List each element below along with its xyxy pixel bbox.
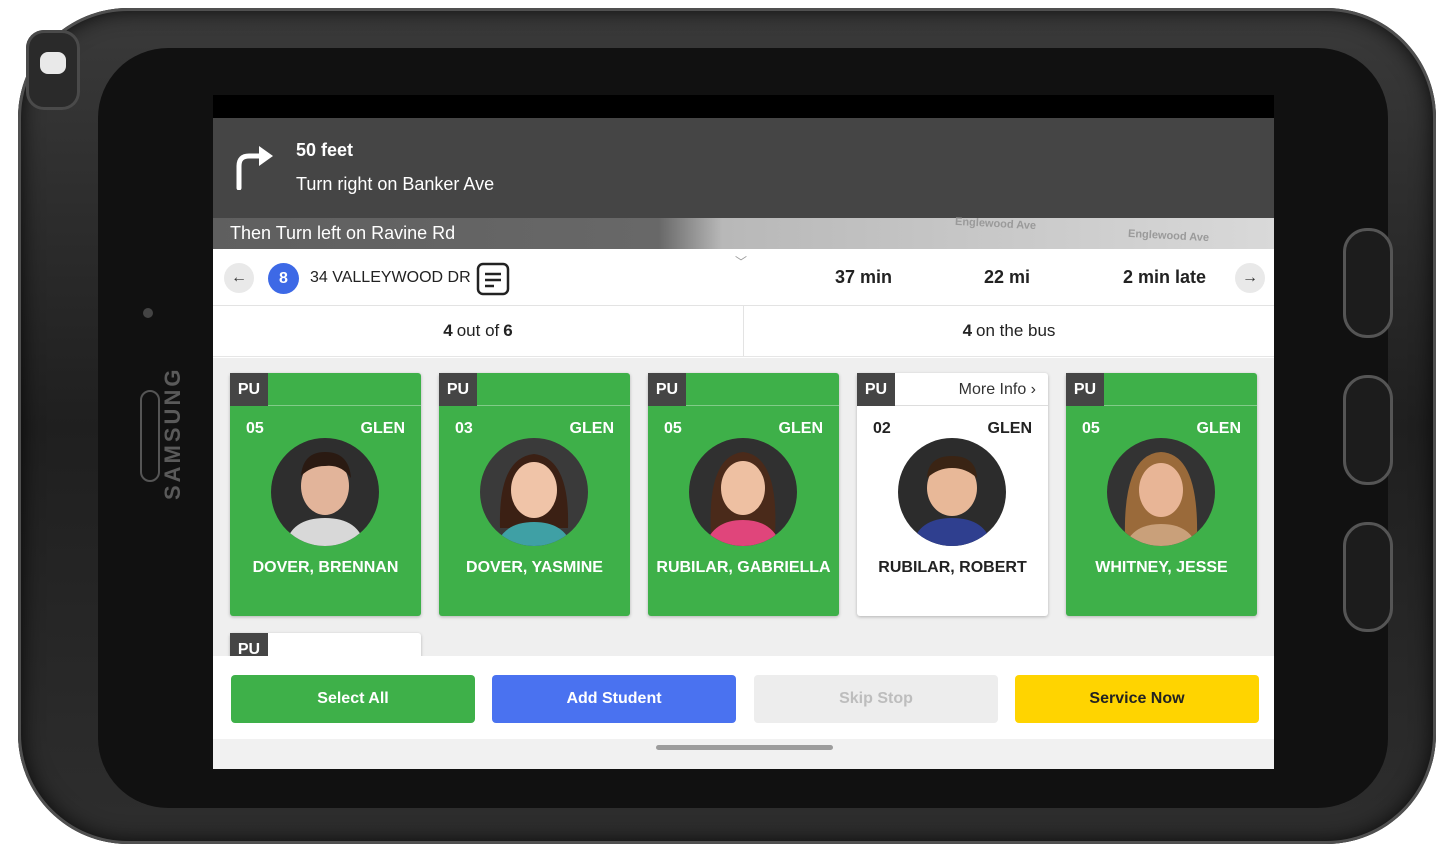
app-screen: 50 feet Turn right on Banker Ave Then Tu… bbox=[213, 95, 1274, 769]
student-card-grid: PU 05 GLEN DOVER, BRENNAN PU 03 GLEN DOV… bbox=[213, 358, 1274, 656]
select-all-button[interactable]: Select All bbox=[231, 675, 475, 723]
on-bus-label: on the bus bbox=[976, 321, 1056, 340]
turn-distance: 50 feet bbox=[296, 140, 354, 160]
student-school: GLEN bbox=[360, 420, 405, 437]
notes-icon[interactable] bbox=[476, 262, 510, 296]
distance-value: 22 mi bbox=[984, 267, 1031, 287]
pickup-badge: PU bbox=[648, 373, 686, 406]
student-photo bbox=[898, 438, 1006, 546]
student-name: RUBILAR, GABRIELLA bbox=[656, 559, 831, 576]
pickup-badge: PU bbox=[230, 373, 268, 406]
student-name: RUBILAR, ROBERT bbox=[878, 559, 1027, 576]
previous-stop-button[interactable]: ← bbox=[224, 263, 254, 293]
device-brand: SAMSUNG bbox=[160, 366, 185, 500]
stop-info-bar: ← 8 34 VALLEYWOOD DR ﹀ 37 min 22 mi 2 mi… bbox=[213, 249, 1274, 306]
arrow-right-icon: → bbox=[1242, 269, 1258, 286]
home-indicator[interactable] bbox=[656, 745, 833, 750]
student-school: GLEN bbox=[778, 420, 823, 437]
map-street-label: Englewood Ave bbox=[954, 215, 1037, 233]
student-grade: 05 bbox=[664, 420, 682, 437]
student-grade: 03 bbox=[455, 420, 473, 437]
pickup-badge: PU bbox=[857, 373, 895, 406]
student-grade: 05 bbox=[246, 420, 264, 437]
student-grade: 02 bbox=[873, 420, 891, 437]
card-divider bbox=[268, 405, 421, 406]
pickup-badge: PU bbox=[1066, 373, 1104, 406]
next-stop-button[interactable]: → bbox=[1235, 263, 1265, 293]
more-info-link[interactable]: More Info › bbox=[959, 381, 1036, 399]
add-student-button[interactable]: Add Student bbox=[492, 675, 736, 723]
on-bus-number: 4 bbox=[962, 321, 973, 340]
turn-right-icon bbox=[236, 146, 273, 190]
strap-loop bbox=[26, 30, 80, 110]
status-bar bbox=[213, 95, 1274, 118]
out-of-label: out of bbox=[456, 321, 500, 340]
student-card[interactable]: PU 05 GLEN DOVER, BRENNAN bbox=[230, 373, 421, 616]
card-divider bbox=[477, 405, 630, 406]
student-card[interactable]: PU More Info › 02 GLEN RUBILAR, ROBERT bbox=[857, 373, 1048, 616]
stop-number-badge: 8 bbox=[268, 263, 299, 294]
next-instruction-bar: Then Turn left on Ravine Rd Englewood Av… bbox=[213, 215, 1274, 249]
side-key bbox=[140, 390, 160, 482]
service-now-button[interactable]: Service Now bbox=[1015, 675, 1259, 723]
student-school: GLEN bbox=[1196, 420, 1241, 437]
next-instruction: Then Turn left on Ravine Rd bbox=[230, 223, 456, 243]
map-street-label: Englewood Ave bbox=[1127, 227, 1210, 245]
arrow-left-icon: ← bbox=[231, 269, 247, 286]
serviced-number: 4 bbox=[443, 321, 453, 340]
student-card[interactable]: PU 03 GLEN DOVER, YASMINE bbox=[439, 373, 630, 616]
pickup-badge: PU bbox=[439, 373, 477, 406]
student-photo bbox=[689, 438, 797, 546]
card-divider bbox=[895, 405, 1048, 406]
action-bar: Select All Add Student Skip Stop Service… bbox=[213, 656, 1274, 739]
student-card[interactable]: PU bbox=[230, 633, 421, 656]
pickup-badge: PU bbox=[230, 633, 268, 656]
student-card[interactable]: PU 05 GLEN RUBILAR, GABRIELLA bbox=[648, 373, 839, 616]
student-counts: 4 out of 6 4 on the bus bbox=[213, 306, 1274, 357]
turn-instruction: Turn right on Banker Ave bbox=[296, 174, 495, 194]
camera-icon bbox=[143, 308, 153, 318]
student-school: GLEN bbox=[569, 420, 614, 437]
student-school: GLEN bbox=[987, 420, 1032, 437]
back-hardware-button[interactable] bbox=[1343, 522, 1393, 632]
student-name: DOVER, YASMINE bbox=[466, 559, 603, 576]
student-photo bbox=[271, 438, 379, 546]
student-photo bbox=[1107, 438, 1215, 546]
chevron-down-icon[interactable]: ﹀ bbox=[735, 253, 747, 270]
serviced-count: 4 out of 6 bbox=[213, 306, 744, 356]
card-divider bbox=[1104, 405, 1257, 406]
student-card[interactable]: PU 05 GLEN WHITNEY, JESSE bbox=[1066, 373, 1257, 616]
card-divider bbox=[686, 405, 839, 406]
total-number: 6 bbox=[503, 321, 513, 340]
student-photo bbox=[480, 438, 588, 546]
student-grade: 05 bbox=[1082, 420, 1100, 437]
schedule-status: 2 min late bbox=[1123, 267, 1207, 287]
recent-apps-hardware-button[interactable] bbox=[1343, 228, 1393, 338]
student-name: WHITNEY, JESSE bbox=[1095, 559, 1228, 576]
gesture-bar bbox=[213, 739, 1274, 769]
student-name: DOVER, BRENNAN bbox=[252, 559, 399, 576]
eta-value: 37 min bbox=[835, 267, 893, 287]
on-bus-count: 4 on the bus bbox=[744, 306, 1274, 356]
skip-stop-button[interactable]: Skip Stop bbox=[754, 675, 998, 723]
home-hardware-button[interactable] bbox=[1343, 375, 1393, 485]
navigation-banner: 50 feet Turn right on Banker Ave bbox=[213, 118, 1274, 218]
stop-address: 34 VALLEYWOOD DR bbox=[310, 269, 471, 286]
